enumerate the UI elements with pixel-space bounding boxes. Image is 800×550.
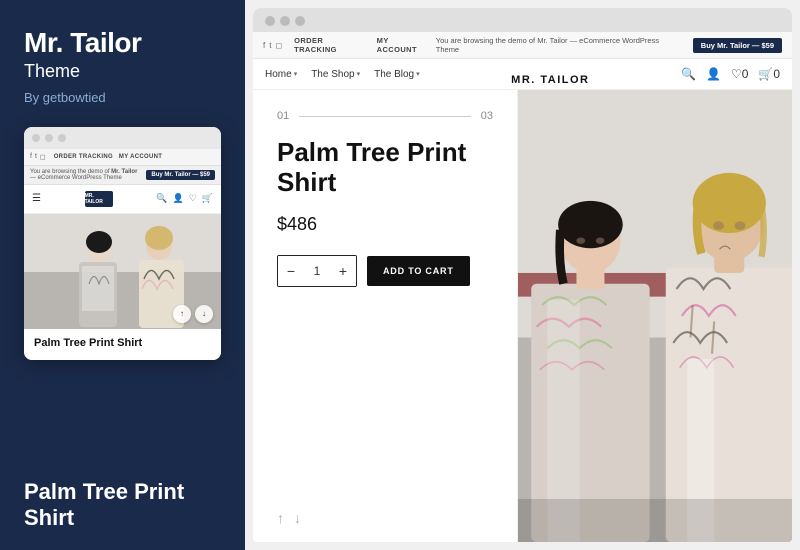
mini-nav-links: ORDER TRACKING MY ACCOUNT xyxy=(54,154,163,160)
mini-demo-bar: You are browsing the demo of Mr. Tailor … xyxy=(24,166,221,185)
browser-dot-1 xyxy=(265,16,275,26)
shop-chevron-icon: ▾ xyxy=(357,70,361,78)
instagram-icon[interactable]: ◻ xyxy=(275,41,282,50)
nav-links-left: Home ▾ The Shop ▾ The Blog ▾ xyxy=(265,69,420,80)
mini-wishlist-icon[interactable]: ♡ xyxy=(189,193,197,204)
right-panel: f t ◻ ORDER TRACKING MY ACCOUNT You are … xyxy=(245,0,800,550)
nav-shop-link[interactable]: The Shop ▾ xyxy=(311,69,360,80)
cart-icon[interactable]: 🛒0 xyxy=(758,67,780,81)
nav-icons-right: 🔍 👤 ♡0 🛒0 xyxy=(681,67,780,81)
mini-utility-bar: f t ◻ ORDER TRACKING MY ACCOUNT xyxy=(24,149,221,166)
search-icon[interactable]: 🔍 xyxy=(681,67,696,81)
order-tracking-link[interactable]: ORDER TRACKING xyxy=(294,36,367,54)
main-nav: Home ▾ The Shop ▾ The Blog ▾ MR. TAILOR … xyxy=(253,59,792,90)
mini-cart-icon[interactable]: 🛒 xyxy=(202,193,213,204)
left-panel: Mr. Tailor Theme By getbowtied f t ◻ ORD… xyxy=(0,0,245,550)
mini-buy-button[interactable]: Buy Mr. Tailor — $59 xyxy=(146,170,215,180)
mini-product-image: ↑ ↓ xyxy=(24,214,221,329)
demo-notice: You are browsing the demo of Mr. Tailor … xyxy=(436,36,679,54)
page-current: 01 xyxy=(277,110,289,122)
utility-links: ORDER TRACKING MY ACCOUNT xyxy=(294,36,430,54)
add-to-cart-button[interactable]: ADD TO CART xyxy=(367,256,470,286)
product-area: 01 03 Palm Tree Print Shirt $486 − 1 + A… xyxy=(253,90,792,542)
next-product-button[interactable]: ↓ xyxy=(294,510,301,526)
mini-hamburger-icon[interactable]: ☰ xyxy=(32,193,41,204)
mini-browser-window: f t ◻ ORDER TRACKING MY ACCOUNT You are … xyxy=(24,127,221,360)
mini-facebook-icon: f xyxy=(30,153,32,161)
mini-product-info: Palm Tree Print Shirt xyxy=(24,329,221,360)
browser-content: f t ◻ ORDER TRACKING MY ACCOUNT You are … xyxy=(253,32,792,542)
home-chevron-icon: ▾ xyxy=(294,70,298,78)
mini-next-button[interactable]: ↓ xyxy=(195,305,213,323)
mini-search-icon[interactable]: 🔍 xyxy=(156,193,167,204)
buy-button[interactable]: Buy Mr. Tailor — $59 xyxy=(693,38,782,53)
product-price: $486 xyxy=(277,214,493,235)
utility-bar: f t ◻ ORDER TRACKING MY ACCOUNT You are … xyxy=(253,32,792,59)
quantity-increase-button[interactable]: + xyxy=(330,256,356,286)
account-icon[interactable]: 👤 xyxy=(706,67,721,81)
mini-social-icons: f t ◻ xyxy=(30,153,46,161)
add-to-cart-row: − 1 + ADD TO CART xyxy=(277,255,493,287)
nav-blog-link[interactable]: The Blog ▾ xyxy=(374,69,420,80)
nav-home-link[interactable]: Home ▾ xyxy=(265,69,297,80)
mini-demo-text: You are browsing the demo of Mr. Tailor … xyxy=(30,169,142,181)
browser-titlebar xyxy=(265,16,780,26)
wishlist-icon[interactable]: ♡0 xyxy=(731,67,748,81)
mini-dot-yellow xyxy=(45,134,53,142)
pagination-line xyxy=(299,116,471,117)
social-icons: f t ◻ xyxy=(263,41,282,50)
mini-main-nav: ☰ MR. TAILOR 🔍 👤 ♡ 🛒 xyxy=(24,185,221,214)
blog-chevron-icon: ▾ xyxy=(416,70,420,78)
mini-my-account-link[interactable]: MY ACCOUNT xyxy=(119,154,162,160)
quantity-control: − 1 + xyxy=(277,255,357,287)
mini-nav-arrows: ↑ ↓ xyxy=(173,305,213,323)
product-image-area xyxy=(518,90,792,542)
prev-product-button[interactable]: ↑ xyxy=(277,510,284,526)
mini-logo: MR. TAILOR xyxy=(85,191,113,207)
browser-dot-3 xyxy=(295,16,305,26)
twitter-icon[interactable]: t xyxy=(269,41,271,50)
my-account-link[interactable]: MY ACCOUNT xyxy=(377,36,430,54)
brand-subtitle: Theme xyxy=(24,61,221,82)
mini-dot-red xyxy=(32,134,40,142)
mini-twitter-icon: t xyxy=(35,153,37,161)
mini-browser-titlebar xyxy=(24,127,221,149)
product-pagination: 01 03 xyxy=(277,110,493,122)
product-name: Palm Tree Print Shirt xyxy=(277,138,493,198)
mini-order-tracking-link[interactable]: ORDER TRACKING xyxy=(54,154,113,160)
quantity-decrease-button[interactable]: − xyxy=(278,256,304,286)
mini-product-name: Palm Tree Print Shirt xyxy=(34,337,211,350)
bottom-product-overlay: Palm Tree Print Shirt xyxy=(0,463,245,550)
mini-dot-green xyxy=(58,134,66,142)
product-detail-panel: 01 03 Palm Tree Print Shirt $486 − 1 + A… xyxy=(253,90,518,542)
brand-by: By getbowtied xyxy=(24,90,221,105)
mini-user-icon[interactable]: 👤 xyxy=(172,193,183,204)
page-total: 03 xyxy=(481,110,493,122)
facebook-icon[interactable]: f xyxy=(263,41,265,50)
mini-nav-icons: 🔍 👤 ♡ 🛒 xyxy=(156,193,213,204)
mini-prev-button[interactable]: ↑ xyxy=(173,305,191,323)
brand-name: Mr. Tailor xyxy=(24,28,221,59)
site-logo: MR. TAILOR xyxy=(511,74,589,86)
mini-instagram-icon: ◻ xyxy=(40,153,46,161)
bottom-product-name: Palm Tree Print Shirt xyxy=(24,479,221,530)
product-nav-arrows: ↑ ↓ xyxy=(277,510,493,526)
quantity-value: 1 xyxy=(304,264,330,278)
browser-chrome xyxy=(253,8,792,32)
browser-dot-2 xyxy=(280,16,290,26)
